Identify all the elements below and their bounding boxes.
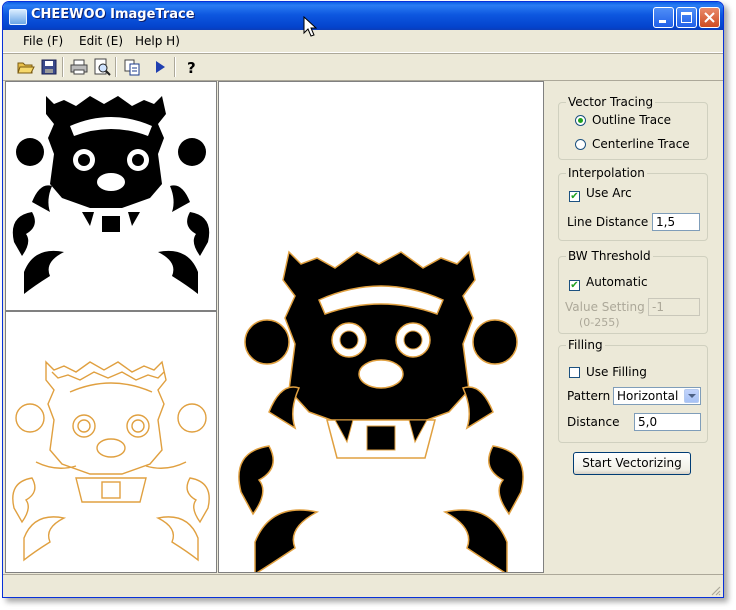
line-distance-label: Line Distance — [567, 215, 649, 229]
play-icon — [156, 61, 165, 73]
minimize-icon — [659, 20, 666, 23]
value-setting-input[interactable]: -1 — [648, 298, 700, 316]
mouse-cursor-icon — [303, 16, 317, 37]
start-vectorizing-button[interactable]: Start Vectorizing — [573, 452, 691, 475]
resize-grip-icon[interactable] — [709, 584, 721, 596]
source-image — [12, 96, 210, 294]
print-preview-icon — [94, 58, 111, 76]
use-filling-checkbox[interactable]: Use Filling — [569, 365, 647, 379]
vector-tracing-title: Vector Tracing — [566, 95, 656, 109]
centerline-trace-label: Centerline Trace — [592, 137, 690, 151]
checkbox-checked-icon: ✔ — [569, 280, 580, 291]
use-arc-label: Use Arc — [586, 186, 632, 200]
distance-input[interactable]: 5,0 — [634, 413, 701, 431]
bw-threshold-title: BW Threshold — [566, 249, 653, 263]
chevron-down-icon[interactable] — [684, 389, 699, 403]
run-button[interactable] — [150, 57, 170, 77]
interpolation-title: Interpolation — [566, 166, 647, 180]
value-setting-label: Value Setting — [565, 300, 645, 314]
outline-trace-radio[interactable]: Outline Trace — [575, 113, 671, 127]
pattern-selected-value: Horizontal — [617, 389, 679, 403]
use-filling-label: Use Filling — [586, 365, 647, 379]
filling-group: Filling Use Filling Pattern Horizontal D… — [558, 338, 708, 443]
title-bar[interactable]: CHEEWOO ImageTrace — [3, 2, 723, 30]
maximize-icon — [681, 12, 692, 23]
outline-trace-label: Outline Trace — [592, 113, 672, 127]
toolbar: ? — [3, 54, 723, 81]
original-image-pane[interactable] — [5, 81, 217, 311]
menu-help[interactable]: Help H) — [135, 34, 180, 48]
result-image-pane[interactable] — [218, 81, 544, 573]
outline-preview-pane[interactable] — [5, 311, 217, 573]
vector-tracing-group: Vector Tracing Outline Trace Centerline … — [558, 95, 708, 160]
save-button[interactable] — [39, 57, 59, 77]
status-bar — [3, 574, 723, 597]
outline-image — [12, 360, 210, 562]
checkbox-unchecked-icon — [569, 367, 580, 378]
use-arc-checkbox[interactable]: ✔ Use Arc — [569, 186, 632, 202]
close-button[interactable] — [699, 7, 720, 28]
pattern-select[interactable]: Horizontal — [613, 387, 701, 405]
toolbar-separator — [115, 57, 117, 77]
help-button[interactable]: ? — [181, 57, 201, 77]
automatic-checkbox[interactable]: ✔ Automatic — [569, 275, 648, 291]
value-range-label: (0-255) — [579, 316, 620, 329]
app-window: CHEEWOO ImageTrace File (F) Edit (E) Hel… — [2, 1, 724, 598]
pattern-label: Pattern — [567, 389, 611, 403]
open-button[interactable] — [16, 57, 36, 77]
traced-result-image — [238, 250, 524, 572]
open-folder-icon — [17, 62, 35, 74]
automatic-label: Automatic — [586, 275, 648, 289]
checkbox-checked-icon: ✔ — [569, 191, 580, 202]
centerline-trace-radio[interactable]: Centerline Trace — [575, 137, 690, 151]
menu-edit[interactable]: Edit (E) — [79, 34, 123, 48]
bw-threshold-group: BW Threshold ✔ Automatic Value Setting (0… — [558, 249, 708, 334]
toolbar-separator — [62, 57, 64, 77]
interpolation-group: Interpolation ✔ Use Arc Line Distance 1,5 — [558, 166, 708, 241]
radio-selected-icon — [575, 115, 586, 126]
print-icon — [70, 59, 88, 75]
menu-file[interactable]: File (F) — [23, 34, 63, 48]
minimize-button[interactable] — [653, 7, 674, 28]
print-preview-button[interactable] — [92, 57, 112, 77]
distance-label: Distance — [567, 415, 620, 429]
print-button[interactable] — [69, 57, 89, 77]
filling-title: Filling — [566, 338, 605, 352]
menu-bar: File (F) Edit (E) Help H) — [3, 30, 723, 53]
copy-icon — [124, 59, 140, 76]
maximize-button[interactable] — [676, 7, 697, 28]
help-icon: ? — [187, 59, 196, 77]
options-panel: Vector Tracing Outline Trace Centerline … — [543, 82, 723, 567]
save-icon — [41, 59, 57, 75]
line-distance-input[interactable]: 1,5 — [652, 213, 700, 231]
app-icon — [9, 9, 27, 25]
copy-button[interactable] — [122, 57, 142, 77]
svg-text:?: ? — [187, 59, 196, 77]
radio-unselected-icon — [575, 139, 586, 150]
close-icon — [704, 12, 715, 23]
toolbar-separator — [174, 57, 176, 77]
window-title: CHEEWOO ImageTrace — [31, 7, 195, 22]
